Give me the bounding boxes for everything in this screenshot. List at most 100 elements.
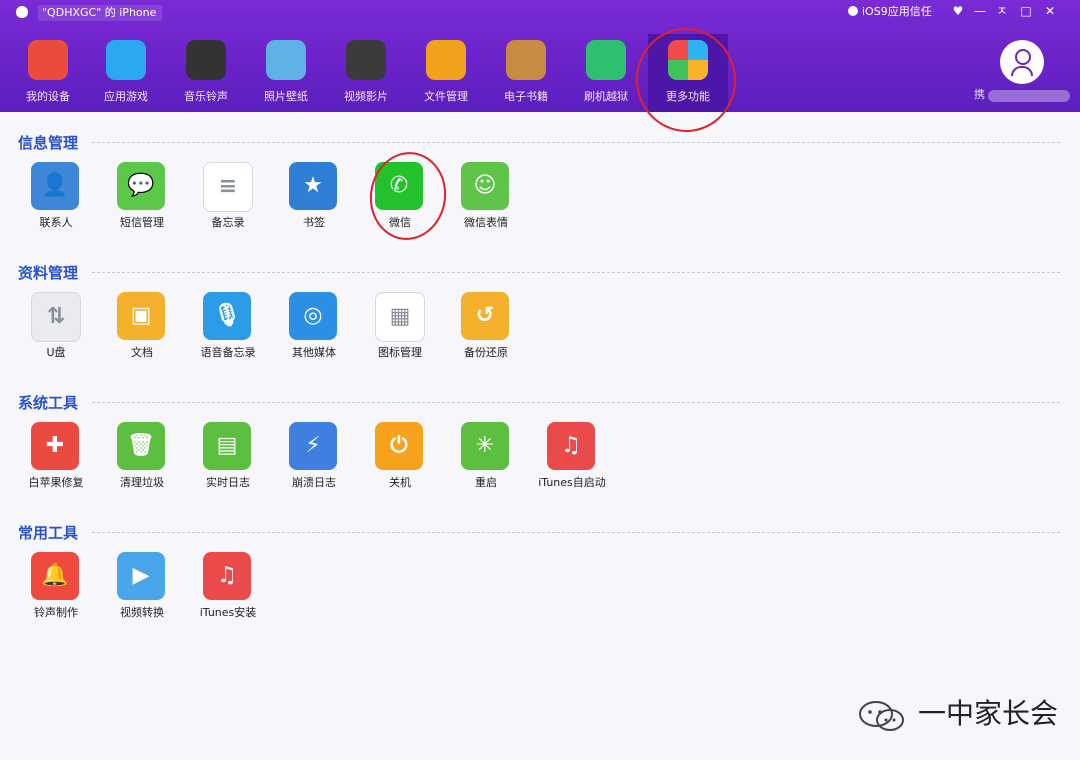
feature-tile[interactable]: ▶ 视频转换: [102, 552, 182, 632]
watermark-text: 一中家长会: [918, 697, 1059, 730]
nav-item-7[interactable]: 刷机越狱: [566, 34, 646, 112]
nav-item-5[interactable]: 文件管理: [406, 34, 486, 112]
feature-tile[interactable]: ▣ 文档: [102, 292, 182, 372]
top-toolbar: "QDHXGC" 的 iPhone iOS9应用信任 ♥ — ㅈ □ ✕ 我的设…: [0, 0, 1080, 112]
itunes-install-icon: ♫: [203, 552, 251, 600]
nav-label: 我的设备: [26, 90, 70, 103]
other-media-icon: ◎: [289, 292, 337, 340]
feature-label: 备份还原: [464, 346, 508, 359]
usb-drive-icon: ⇅: [31, 292, 81, 342]
voice-memo-icon: 🎙: [203, 292, 251, 340]
nav-item-0[interactable]: 我的设备: [8, 34, 88, 112]
flash-jailbreak-icon: [586, 40, 626, 80]
minimize-to-tray-button[interactable]: —: [970, 2, 990, 20]
sms-icon: 💬: [117, 162, 165, 210]
feature-tile[interactable]: ◎ 其他媒体: [274, 292, 354, 372]
icon-glyph: ▤: [216, 433, 238, 458]
ringtone-maker-icon: 🔔: [31, 552, 79, 600]
feature-label: 铃声制作: [34, 606, 78, 619]
feature-tile[interactable]: ≡ 备忘录: [188, 162, 268, 242]
contacts-icon: 👤: [31, 162, 79, 210]
icon-glyph: 🎙: [213, 303, 241, 328]
feature-label: 关机: [389, 476, 411, 489]
feature-tile[interactable]: ↺ 备份还原: [446, 292, 526, 372]
menu-button[interactable]: ㅈ: [992, 2, 1012, 20]
icon-glyph: 👤: [41, 173, 69, 198]
feature-label: 备忘录: [211, 216, 245, 229]
trash-clean-icon: 🗑: [117, 422, 165, 470]
feature-label: 崩溃日志: [292, 476, 336, 489]
document-icon: ▣: [117, 292, 165, 340]
icon-glyph: ☺: [473, 173, 497, 198]
icon-glyph: ↺: [475, 303, 495, 328]
feature-tile[interactable]: ⏻ 关机: [360, 422, 440, 502]
section-divider: [92, 272, 1060, 273]
device-name[interactable]: "QDHXGC" 的 iPhone: [38, 5, 163, 21]
title-bar: "QDHXGC" 的 iPhone iOS9应用信任 ♥ — ㅈ □ ✕: [0, 0, 1080, 24]
feature-tile[interactable]: 💬 短信管理: [102, 162, 182, 242]
wechat-emoji-icon: ☺: [461, 162, 509, 210]
feature-tile[interactable]: 🎙 语音备忘录: [188, 292, 268, 372]
file-folder-icon: [426, 40, 466, 80]
icon-glyph: ▶: [132, 563, 150, 588]
feature-tile[interactable]: ♫ iTunes自启动: [532, 422, 612, 502]
ios-app-trust-label: iOS9应用信任: [862, 5, 932, 18]
icon-glyph: ⇅: [46, 304, 66, 329]
main-nav: 我的设备 应用游戏 音乐铃声 照片壁纸 视频影片 文件管理 电子书籍 刷机越狱 更多功能: [0, 34, 1080, 112]
icon-glyph: ✚: [45, 433, 65, 458]
section-divider: [92, 142, 1060, 143]
close-button[interactable]: ✕: [1040, 2, 1060, 20]
icon-glyph: ⏻: [390, 433, 408, 458]
crash-log-icon: ⚡: [289, 422, 337, 470]
itunes-autostart-icon: ♫: [547, 422, 595, 470]
nav-label: 电子书籍: [504, 90, 548, 103]
feature-tile[interactable]: ☺ 微信表情: [446, 162, 526, 242]
ebook-icon: [506, 40, 546, 80]
backup-restore-icon: ↺: [461, 292, 509, 340]
ios-app-trust-link[interactable]: iOS9应用信任: [848, 4, 932, 20]
feature-label: 图标管理: [378, 346, 422, 359]
icon-glyph: ▦: [389, 304, 411, 329]
video-clapper-icon: [346, 40, 386, 80]
feature-tile[interactable]: ★ 书签: [274, 162, 354, 242]
feature-tile[interactable]: 👤 联系人: [16, 162, 96, 242]
icon-glyph: ⚡: [305, 433, 321, 458]
feature-tile[interactable]: ✳ 重启: [446, 422, 526, 502]
nav-label: 视频影片: [344, 90, 388, 103]
info-icon: [848, 6, 858, 16]
nav-label: 文件管理: [424, 90, 468, 103]
feature-label: 语音备忘录: [200, 346, 256, 359]
nav-item-4[interactable]: 视频影片: [326, 34, 406, 112]
feature-label: 联系人: [39, 216, 73, 229]
nav-label: 音乐铃声: [184, 90, 228, 103]
icon-glyph: 🔔: [41, 563, 69, 588]
user-avatar-icon[interactable]: [1000, 40, 1044, 84]
feature-tile[interactable]: ▦ 图标管理: [360, 292, 440, 372]
feature-label: U盘: [46, 346, 66, 359]
skin-icon[interactable]: ♥: [948, 2, 968, 20]
wechat-logo-icon: [859, 701, 904, 731]
icon-glyph: ✳: [475, 433, 495, 458]
maximize-button[interactable]: □: [1016, 2, 1036, 20]
nav-item-3[interactable]: 照片壁纸: [246, 34, 326, 112]
feature-tile[interactable]: ✚ 白苹果修复: [16, 422, 96, 502]
bookmark-icon: ★: [289, 162, 337, 210]
icon-glyph: ♫: [561, 433, 581, 458]
nav-label: 照片壁纸: [264, 90, 308, 103]
nav-item-6[interactable]: 电子书籍: [486, 34, 566, 112]
feature-label: 其他媒体: [292, 346, 336, 359]
feature-tile[interactable]: ⇅ U盘: [16, 292, 96, 372]
feature-tile[interactable]: 🔔 铃声制作: [16, 552, 96, 632]
music-ringtone-icon: [186, 40, 226, 80]
feature-label: 实时日志: [206, 476, 250, 489]
icon-glyph: 🗑: [127, 433, 155, 458]
feature-tile[interactable]: ▤ 实时日志: [188, 422, 268, 502]
nav-item-1[interactable]: 应用游戏: [86, 34, 166, 112]
nav-item-2[interactable]: 音乐铃声: [166, 34, 246, 112]
feature-tile[interactable]: 🗑 清理垃圾: [102, 422, 182, 502]
feature-label: 清理垃圾: [120, 476, 164, 489]
feature-tile[interactable]: ♫ iTunes安装: [188, 552, 268, 632]
section-title: 资料管理: [18, 264, 79, 282]
feature-label: 文档: [131, 346, 153, 359]
feature-tile[interactable]: ⚡ 崩溃日志: [274, 422, 354, 502]
